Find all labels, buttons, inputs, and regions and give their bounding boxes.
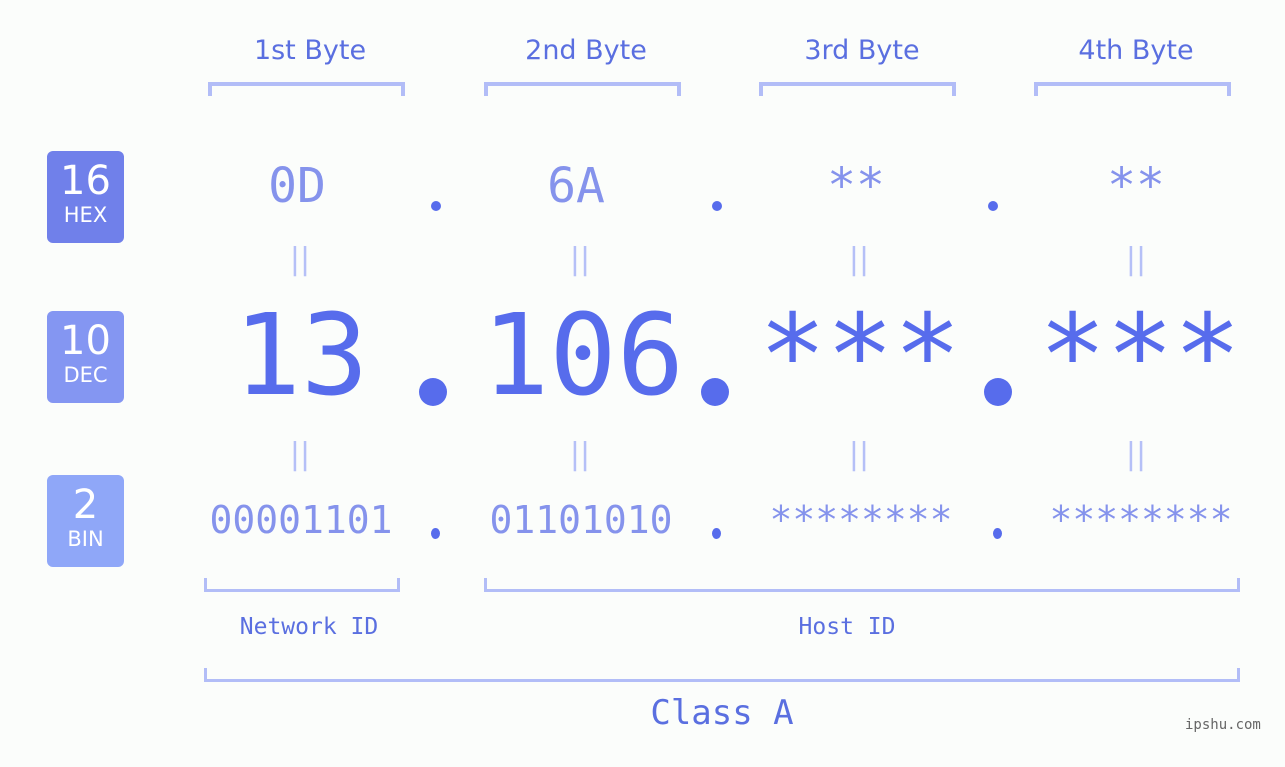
equals-icon: ||	[848, 437, 870, 472]
dec-badge-number: 10	[60, 318, 111, 364]
bin-separator-1	[431, 528, 440, 539]
class-label: Class A	[650, 693, 794, 733]
dec-separator-1	[419, 378, 447, 406]
equals-icon: ||	[569, 242, 591, 277]
host-id-bracket	[484, 578, 1240, 592]
dec-badge: 10 DEC	[47, 311, 124, 403]
dec-byte-3: ***	[758, 291, 962, 421]
bin-badge: 2 BIN	[47, 475, 124, 567]
equals-icon: ||	[289, 242, 311, 277]
equals-icon: ||	[289, 437, 311, 472]
bin-separator-3	[993, 528, 1002, 539]
network-id-label: Network ID	[239, 614, 379, 640]
bin-badge-number: 2	[72, 482, 99, 528]
bin-badge-label: BIN	[67, 527, 104, 551]
hex-byte-2: 6A	[547, 158, 605, 214]
equals-icon: ||	[569, 437, 591, 472]
bin-byte-1: 00001101	[209, 498, 393, 542]
byte-header-3: 3rd Byte	[804, 35, 920, 66]
hex-byte-4: **	[1107, 158, 1165, 214]
hex-byte-1: 0D	[268, 158, 326, 214]
dec-separator-3	[984, 378, 1012, 406]
equals-icon: ||	[848, 242, 870, 277]
bin-byte-4: ********	[1049, 498, 1233, 542]
byte-header-1: 1st Byte	[253, 35, 367, 66]
class-bracket	[204, 668, 1240, 682]
byte-header-2: 2nd Byte	[525, 35, 647, 66]
equals-icon: ||	[1125, 242, 1147, 277]
byte-bracket-4	[1034, 82, 1231, 96]
hex-badge-number: 16	[60, 158, 111, 204]
hex-separator-3	[988, 201, 998, 211]
dec-byte-4: ***	[1038, 291, 1242, 421]
host-id-label: Host ID	[798, 614, 896, 640]
dec-byte-2: 106	[481, 291, 685, 421]
byte-bracket-1	[208, 82, 405, 96]
dec-byte-1: 13	[233, 291, 369, 421]
bin-byte-2: 01101010	[489, 498, 673, 542]
byte-bracket-3	[759, 82, 956, 96]
hex-separator-1	[431, 201, 441, 211]
hex-separator-2	[712, 201, 722, 211]
equals-icon: ||	[1125, 437, 1147, 472]
hex-badge-label: HEX	[63, 203, 108, 227]
watermark: ipshu.com	[1185, 717, 1261, 733]
hex-badge: 16 HEX	[47, 151, 124, 243]
bin-byte-3: ********	[769, 498, 953, 542]
dec-separator-2	[701, 378, 729, 406]
network-id-bracket	[204, 578, 400, 592]
bin-separator-2	[712, 528, 721, 539]
dec-badge-label: DEC	[63, 363, 108, 387]
byte-bracket-2	[484, 82, 681, 96]
byte-header-4: 4th Byte	[1078, 35, 1194, 66]
hex-byte-3: **	[827, 158, 885, 214]
